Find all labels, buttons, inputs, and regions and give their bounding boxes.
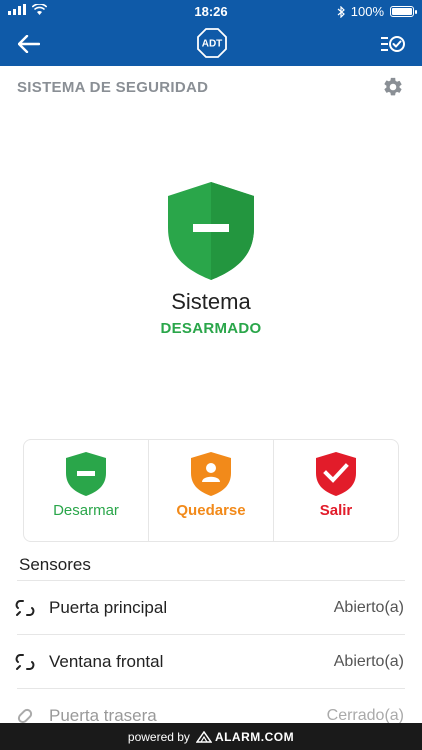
activity-button[interactable]: [378, 30, 408, 58]
alarm-com-mark-icon: [195, 730, 212, 743]
adt-logo-text: ADT: [202, 39, 223, 50]
system-state: DESARMADO: [160, 320, 262, 337]
back-arrow-icon: [18, 35, 40, 53]
shield-minus-icon: [168, 182, 254, 280]
arming-actions: Desarmar Quedarse Salir: [23, 439, 399, 542]
sensors-title: Sensores: [19, 555, 91, 574]
disarm-label: Desarmar: [53, 502, 119, 519]
divider: [17, 688, 405, 689]
back-button[interactable]: [14, 30, 44, 58]
stay-label: Quedarse: [176, 502, 246, 519]
shield-check-icon: [316, 452, 356, 496]
sensor-row[interactable]: Puerta principal Abierto(a): [0, 582, 422, 634]
battery-percent: 100%: [350, 4, 384, 19]
sensor-name: Ventana frontal: [49, 652, 164, 671]
away-label: Salir: [319, 502, 353, 519]
gear-icon[interactable]: [382, 76, 404, 98]
alarm-com-logo: ALARM.COM: [195, 729, 295, 744]
sensor-state: Abierto(a): [333, 599, 404, 616]
status-bar: 18:26 100%: [0, 0, 422, 22]
away-button[interactable]: Salir: [274, 440, 398, 541]
section-header: SISTEMA DE SEGURIDAD: [0, 66, 422, 108]
open-link-icon: [15, 600, 35, 616]
open-link-icon: [15, 654, 35, 670]
alarm-com-text: ALARM.COM: [214, 729, 295, 744]
checklist-icon: [381, 36, 405, 52]
stay-button[interactable]: Quedarse: [149, 440, 274, 541]
divider: [17, 580, 405, 581]
shield-person-icon: [191, 452, 231, 496]
powered-by-text: powered by: [127, 729, 190, 744]
section-title: SISTEMA DE SEGURIDAD: [17, 79, 209, 96]
nav-bar: ADT: [0, 22, 422, 66]
sensor-name: Puerta principal: [49, 598, 168, 617]
sensor-state: Abierto(a): [333, 653, 404, 670]
shield-minus-icon: [66, 452, 106, 496]
status-right: 100%: [337, 4, 417, 19]
bluetooth-icon: [337, 5, 345, 18]
system-name: Sistema: [171, 289, 251, 314]
battery-icon: [390, 6, 417, 17]
powered-by-footer: powered by ALARM.COM: [0, 723, 422, 750]
divider: [17, 634, 405, 635]
sensor-row[interactable]: Ventana frontal Abierto(a): [0, 636, 422, 688]
adt-logo: ADT: [197, 28, 227, 58]
disarm-button[interactable]: Desarmar: [24, 440, 149, 541]
